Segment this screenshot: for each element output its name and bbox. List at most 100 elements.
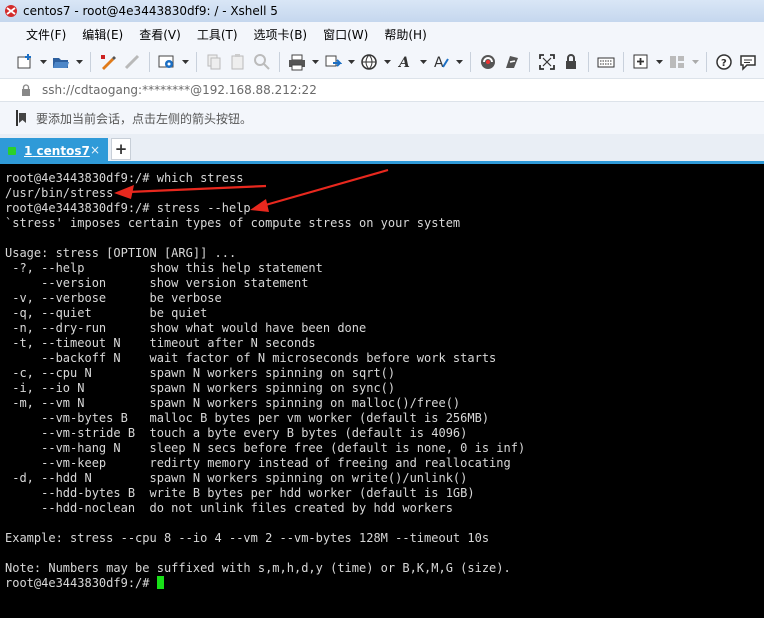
terminal-line: -c, --cpu N spawn N workers spinning on … [5, 366, 396, 380]
address-field[interactable]: ssh://cdtaogang:********@192.168.88.212:… [42, 83, 317, 97]
help-icon[interactable]: ? [713, 51, 735, 73]
session-tip-bar: 要添加当前会话，点击左侧的箭头按钮。 [0, 102, 764, 134]
terminal-line: --vm-stride B touch a byte every B bytes… [5, 426, 468, 440]
layout-icon[interactable] [666, 51, 688, 73]
tab-centos7[interactable]: 1 centos7 × [0, 138, 108, 164]
open-dropdown-icon[interactable] [74, 51, 84, 73]
terminal-line: --vm-bytes B malloc B bytes per vm worke… [5, 411, 490, 425]
terminal-line: -d, --hdd N spawn N workers spinning on … [5, 471, 468, 485]
terminal-line: root@4e3443830df9:/# stress --help [5, 201, 251, 215]
session-tip-text: 要添加当前会话，点击左侧的箭头按钮。 [36, 111, 253, 126]
font-dropdown-icon[interactable] [418, 51, 428, 73]
menu-window[interactable]: 窗口(W) [315, 26, 376, 43]
terminal-cursor [156, 576, 164, 589]
xftp-icon[interactable] [477, 51, 499, 73]
xmanager-icon[interactable] [501, 51, 523, 73]
terminal-line: -t, --timeout N timeout after N seconds [5, 336, 316, 350]
terminal-line: --version show version statement [5, 276, 309, 290]
font-icon[interactable]: A [394, 51, 416, 73]
toolbar: A A ? [0, 46, 764, 78]
svg-text:?: ? [721, 58, 727, 69]
terminal-prompt-line: root@4e3443830df9:/# [5, 576, 764, 591]
toolbar-divider [588, 52, 589, 72]
new-session-icon[interactable] [14, 51, 36, 73]
transfer-icon[interactable] [322, 51, 344, 73]
toolbar-divider [196, 52, 197, 72]
terminal-line: --hdd-noclean do not unlink files create… [5, 501, 453, 515]
transfer-dropdown-icon[interactable] [346, 51, 356, 73]
terminal-line: --hdd-bytes B write B bytes per hdd work… [5, 486, 475, 500]
new-session-dropdown-icon[interactable] [38, 51, 48, 73]
add-dropdown-icon[interactable] [654, 51, 664, 73]
menu-view[interactable]: 查看(V) [131, 26, 189, 43]
terminal-line: -n, --dry-run show what would have been … [5, 321, 367, 335]
menu-help[interactable]: 帮助(H) [376, 26, 434, 43]
add-session-arrow-icon[interactable] [16, 110, 26, 126]
tab-name: centos7 [36, 144, 90, 158]
globe-dropdown-icon[interactable] [382, 51, 392, 73]
menu-tools[interactable]: 工具(T) [189, 26, 246, 43]
terminal[interactable]: root@4e3443830df9:/# which stress /usr/b… [0, 167, 764, 618]
terminal-line: -?, --help show this help statement [5, 261, 323, 275]
toolbar-divider [149, 52, 150, 72]
menu-file[interactable]: 文件(F) [18, 26, 74, 43]
terminal-line: -m, --vm N spawn N workers spinning on m… [5, 396, 461, 410]
address-bar: ssh://cdtaogang:********@192.168.88.212:… [0, 78, 764, 102]
terminal-line: --backoff N wait factor of N microsecond… [5, 351, 497, 365]
menu-bar: 文件(F) 编辑(E) 查看(V) 工具(T) 选项卡(B) 窗口(W) 帮助(… [0, 22, 764, 46]
toolbar-divider [470, 52, 471, 72]
tab-label: 1 centos7 [24, 144, 90, 158]
globe-icon[interactable] [358, 51, 380, 73]
terminal-line: Note: Numbers may be suffixed with s,m,h… [5, 561, 511, 575]
terminal-line: /usr/bin/stress [5, 186, 114, 200]
xshell-app-icon [5, 5, 17, 17]
find-icon[interactable] [251, 51, 273, 73]
toolbar-divider [706, 52, 707, 72]
terminal-line: `stress' imposes certain types of comput… [5, 216, 461, 230]
terminal-line: Usage: stress [OPTION [ARG]] ... [5, 246, 237, 260]
tab-index: 1 [24, 144, 33, 158]
font-color-icon[interactable]: A [430, 51, 452, 73]
font-color-dropdown-icon[interactable] [454, 51, 464, 73]
title-bar: centos7 - root@4e3443830df9: / - Xshell … [0, 0, 764, 22]
terminal-line: Example: stress --cpu 8 --io 4 --vm 2 --… [5, 531, 490, 545]
open-folder-icon[interactable] [50, 51, 72, 73]
tab-close-icon[interactable]: × [90, 143, 100, 157]
layout-dropdown-icon[interactable] [690, 51, 700, 73]
terminal-line: -v, --verbose be verbose [5, 291, 222, 305]
lock-icon[interactable] [560, 51, 582, 73]
toolbar-divider [90, 52, 91, 72]
menu-tabs[interactable]: 选项卡(B) [246, 26, 316, 43]
terminal-line: -q, --quiet be quiet [5, 306, 208, 320]
edit-properties-icon[interactable] [97, 51, 119, 73]
paste-icon[interactable] [227, 51, 249, 73]
terminal-line: --vm-keep redirty memory instead of free… [5, 456, 511, 470]
add-icon[interactable] [630, 51, 652, 73]
copy-icon[interactable] [203, 51, 225, 73]
print-icon[interactable] [286, 51, 308, 73]
print-dropdown-icon[interactable] [310, 51, 320, 73]
address-lock-icon [22, 84, 30, 96]
keyboard-icon[interactable] [595, 51, 617, 73]
terminal-line: --vm-hang N sleep N secs before free (de… [5, 441, 526, 455]
svg-text:A: A [434, 55, 444, 71]
menu-edit[interactable]: 编辑(E) [74, 26, 131, 43]
chat-icon[interactable] [737, 51, 759, 73]
new-tab-button[interactable]: + [111, 138, 131, 160]
settings-dropdown-icon[interactable] [180, 51, 190, 73]
terminal-prompt: root@4e3443830df9:/# [5, 576, 157, 590]
terminal-line: -i, --io N spawn N workers spinning on s… [5, 381, 396, 395]
connected-status-icon [8, 147, 16, 155]
window-title: centos7 - root@4e3443830df9: / - Xshell … [23, 4, 278, 18]
toolbar-divider [623, 52, 624, 72]
svg-text:A: A [397, 55, 410, 71]
fullscreen-icon[interactable] [536, 51, 558, 73]
terminal-line: root@4e3443830df9:/# which stress [5, 171, 244, 185]
settings-icon[interactable] [156, 51, 178, 73]
disconnect-icon[interactable] [121, 51, 143, 73]
toolbar-divider [279, 52, 280, 72]
tab-bar: 1 centos7 × + [0, 134, 764, 164]
